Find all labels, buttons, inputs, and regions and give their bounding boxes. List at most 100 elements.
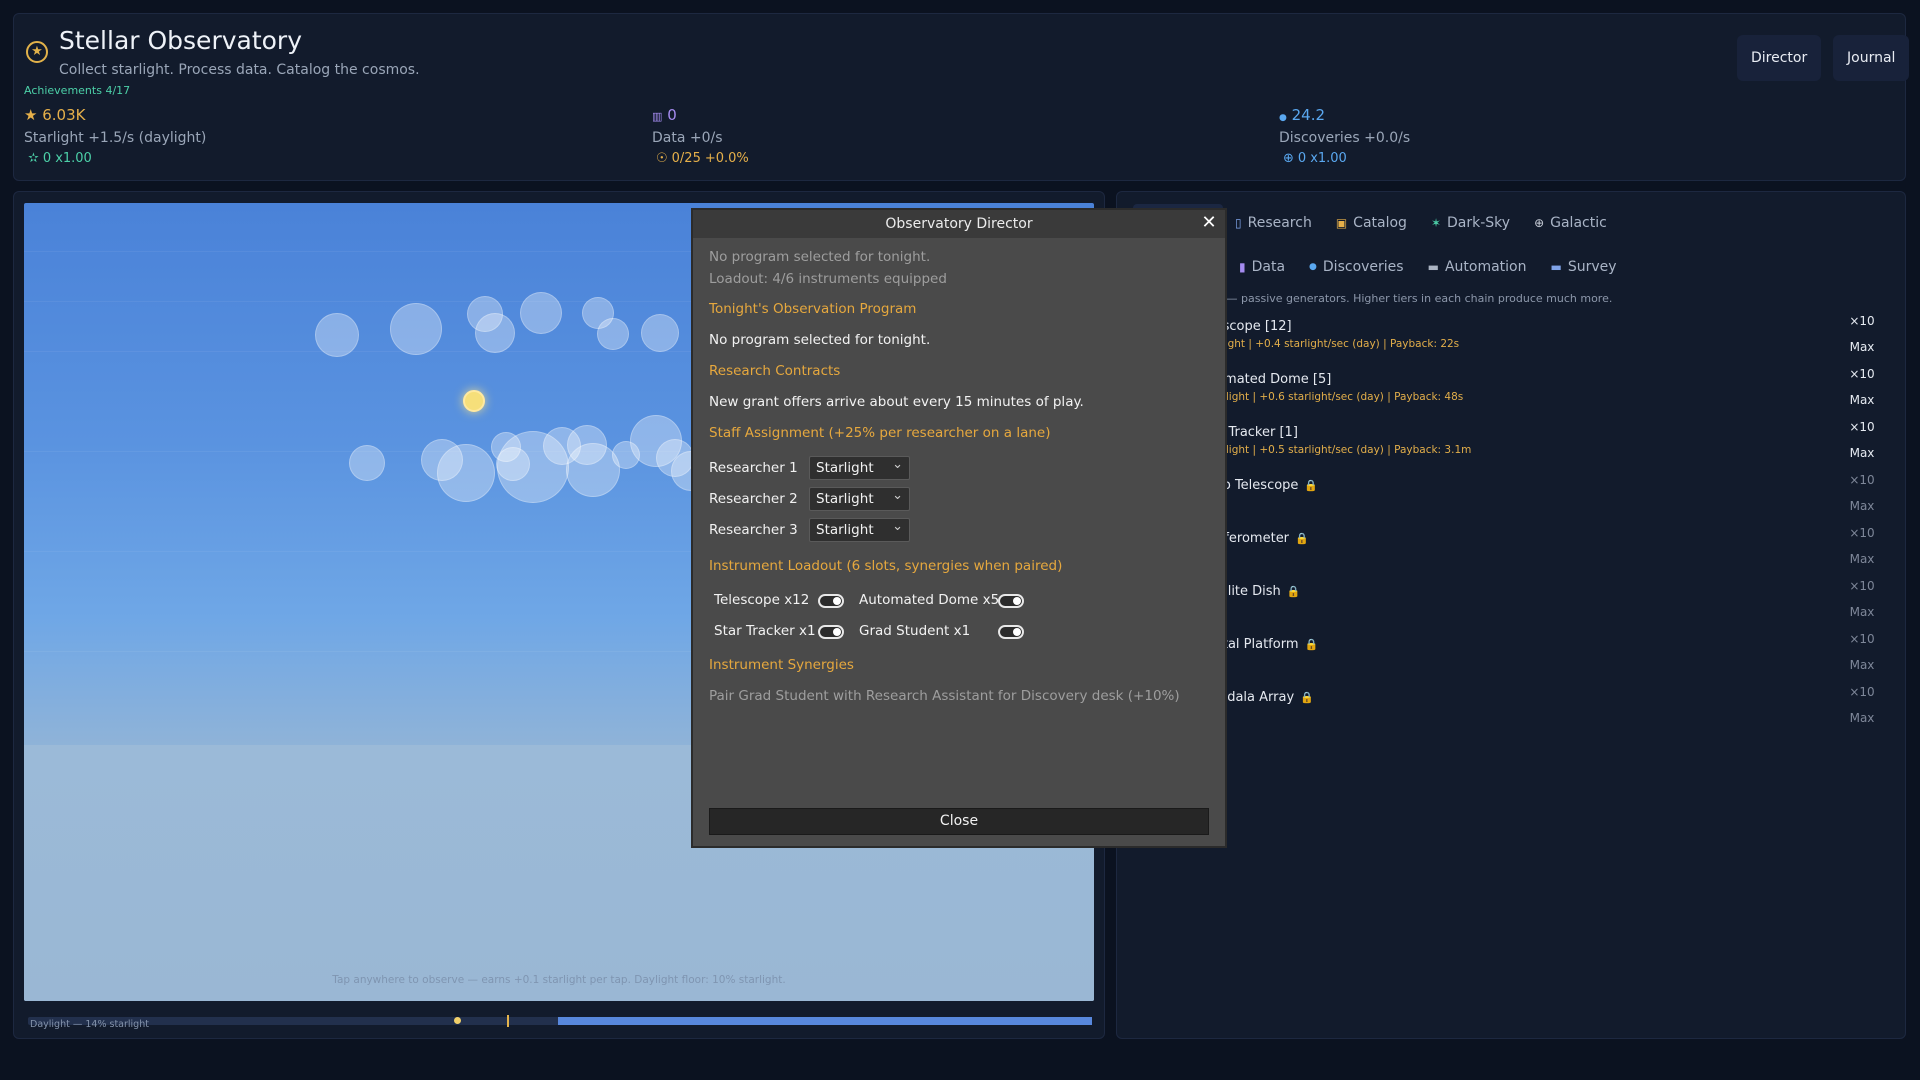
star-badge-icon: ★ bbox=[26, 41, 48, 63]
buy-max-button[interactable]: Max bbox=[1837, 658, 1887, 672]
buy-max-button[interactable]: Max bbox=[1837, 340, 1887, 354]
generator-row[interactable]: lescope [12] arlight | +0.4 starlight/sec… bbox=[1211, 319, 1459, 350]
star-tracker-toggle[interactable] bbox=[818, 625, 844, 639]
instrument-label: Automated Dome x5 bbox=[859, 592, 1000, 608]
researcher-1-select[interactable]: Starlight bbox=[809, 454, 910, 480]
tab-galactic[interactable]: ⊕ Galactic bbox=[1522, 204, 1619, 242]
cloud bbox=[390, 303, 442, 355]
buy-max-button[interactable]: Max bbox=[1837, 711, 1887, 725]
cloud bbox=[437, 444, 495, 502]
generator-name: lescope [12] bbox=[1211, 319, 1292, 334]
buy-x10-button[interactable]: ×10 bbox=[1837, 526, 1887, 540]
generator-row[interactable]: tomated Dome [5] tarlight | +0.6 starligh… bbox=[1211, 372, 1463, 403]
buy-max-button[interactable]: Max bbox=[1837, 499, 1887, 513]
buy-max-button[interactable]: Max bbox=[1837, 605, 1887, 619]
cloud bbox=[315, 313, 359, 357]
star-icon: ✶ bbox=[1430, 216, 1441, 230]
cloud bbox=[349, 445, 385, 481]
data-resource: ▥ 0 Data +0/s ☉ 0/25 +0.0% bbox=[652, 106, 749, 166]
tap-hint: Tap anywhere to observe — earns +0.1 sta… bbox=[332, 974, 786, 986]
buy-x10-button[interactable]: ×10 bbox=[1837, 420, 1887, 434]
generator-stats: tarlight | +0.5 starlight/sec (day) | Pa… bbox=[1211, 444, 1472, 456]
buy-x10-button[interactable]: ×10 bbox=[1837, 367, 1887, 381]
tab-survey[interactable]: ▬ Survey bbox=[1538, 248, 1628, 286]
sun-icon: ☉ bbox=[656, 151, 668, 166]
data-mult-value: +0.0% bbox=[704, 151, 749, 166]
tab-label: Dark-Sky bbox=[1447, 215, 1511, 231]
comet-icon: ● bbox=[1309, 262, 1317, 272]
sparkle-icon: ✫ bbox=[28, 151, 39, 166]
comet-icon: ● bbox=[1279, 113, 1287, 123]
buy-x10-button[interactable]: ×10 bbox=[1837, 579, 1887, 593]
buy-max-button[interactable]: Max bbox=[1837, 393, 1887, 407]
catalog-icon: ▣ bbox=[1335, 216, 1348, 230]
buy-x10-button[interactable]: ×10 bbox=[1837, 314, 1887, 328]
synergies-heading: Instrument Synergies bbox=[709, 657, 854, 673]
achievements-link[interactable]: Achievements 4/17 bbox=[24, 84, 130, 97]
day-night-progress bbox=[28, 1015, 1092, 1027]
data-mult-count: 0/25 bbox=[671, 151, 701, 166]
program-heading: Tonight's Observation Program bbox=[709, 301, 917, 317]
generator-row[interactable]: ar Tracker [1] tarlight | +0.5 starlight/… bbox=[1211, 425, 1471, 456]
director-button[interactable]: Director bbox=[1737, 35, 1822, 81]
tab-automation[interactable]: ▬ Automation bbox=[1416, 248, 1539, 286]
gear-icon: ▬ bbox=[1427, 260, 1439, 274]
discoveries-amount-row: ● 24.2 bbox=[1279, 106, 1410, 124]
tab-label: Survey bbox=[1567, 259, 1617, 275]
tab-catalog[interactable]: ▣ Catalog bbox=[1324, 204, 1419, 242]
synergy-hint: Pair Grad Student with Research Assistan… bbox=[709, 688, 1180, 704]
right-panel: t ▯Research ▣Catalog ✶Dark-Sky ⊕Galactic… bbox=[1116, 191, 1906, 1039]
observatory-director-dialog: Observatory Director ✕ No program select… bbox=[691, 208, 1227, 848]
tab-label: Catalog bbox=[1353, 215, 1407, 231]
app-title: Stellar Observatory bbox=[59, 26, 303, 55]
discoveries-rate: Discoveries +0.0/s bbox=[1279, 130, 1411, 146]
telescope-toggle[interactable] bbox=[818, 594, 844, 608]
data-amount-row: ▥ 0 bbox=[652, 106, 749, 124]
program-text: No program selected for tonight. bbox=[709, 332, 931, 348]
loadout-heading: Instrument Loadout (6 slots, synergies w… bbox=[709, 558, 1063, 574]
tab-label: Research bbox=[1247, 215, 1312, 231]
lock-icon: 🔒 bbox=[1304, 638, 1319, 651]
discoveries-resource: ● 24.2 Discoveries +0.0/s ⊕ 0 x1.00 bbox=[1279, 106, 1410, 166]
loadout-status: Loadout: 4/6 instruments equipped bbox=[709, 271, 947, 287]
buy-x10-button[interactable]: ×10 bbox=[1837, 685, 1887, 699]
buy-x10-button[interactable]: ×10 bbox=[1837, 632, 1887, 646]
cloud bbox=[475, 313, 515, 353]
researcher-label: Researcher 3 bbox=[709, 522, 798, 538]
close-button[interactable]: Close bbox=[709, 808, 1209, 835]
tab-dark-sky[interactable]: ✶ Dark-Sky bbox=[1419, 204, 1522, 242]
grad-student-toggle[interactable] bbox=[998, 625, 1024, 639]
header-panel: ★ Stellar Observatory Collect starlight.… bbox=[13, 13, 1910, 181]
sun bbox=[463, 390, 485, 412]
generators-description: ent — passive generators. Higher tiers i… bbox=[1205, 292, 1613, 305]
starlight-mult-count: 0 bbox=[42, 151, 52, 166]
instrument-label: Grad Student x1 bbox=[859, 623, 971, 639]
researcher-3-select[interactable]: Starlight bbox=[809, 516, 910, 542]
automated-dome-toggle[interactable] bbox=[998, 594, 1024, 608]
star-icon: ★ bbox=[24, 106, 38, 124]
tab-label: Discoveries bbox=[1322, 259, 1404, 275]
buy-x10-button[interactable]: ×10 bbox=[1837, 473, 1887, 487]
tab-discoveries[interactable]: ● Discoveries bbox=[1297, 248, 1416, 286]
buy-max-button[interactable]: Max bbox=[1837, 446, 1887, 460]
researcher-row: Researcher 3 Starlight bbox=[709, 516, 910, 542]
data-amount: 0 bbox=[667, 106, 677, 124]
generator-name: tomated Dome [5] bbox=[1211, 372, 1332, 387]
discoveries-amount: 24.2 bbox=[1291, 106, 1326, 124]
lock-icon: 🔒 bbox=[1300, 691, 1314, 704]
researcher-row: Researcher 1 Starlight bbox=[709, 454, 910, 480]
tab-data[interactable]: ▮ Data bbox=[1227, 248, 1297, 286]
generator-stats: tarlight | +0.6 starlight/sec (day) | Pa… bbox=[1211, 391, 1464, 403]
close-icon[interactable]: ✕ bbox=[1199, 213, 1219, 233]
buy-max-button[interactable]: Max bbox=[1837, 552, 1887, 566]
tab-research[interactable]: ▯ Research bbox=[1223, 204, 1324, 242]
target-icon: ⊕ bbox=[1283, 151, 1294, 166]
starlight-resource: ★ 6.03K Starlight +1.5/s (daylight) ✫ 0 x1… bbox=[24, 106, 206, 166]
instrument-label: Star Tracker x1 bbox=[714, 623, 816, 639]
contracts-heading: Research Contracts bbox=[709, 363, 841, 379]
daylight-label: Daylight — 14% starlight bbox=[30, 1019, 149, 1030]
lock-icon: 🔒 bbox=[1295, 532, 1309, 545]
bar-chart-icon: ▮ bbox=[1239, 260, 1246, 274]
researcher-2-select[interactable]: Starlight bbox=[809, 485, 910, 511]
journal-button[interactable]: Journal bbox=[1833, 35, 1910, 81]
